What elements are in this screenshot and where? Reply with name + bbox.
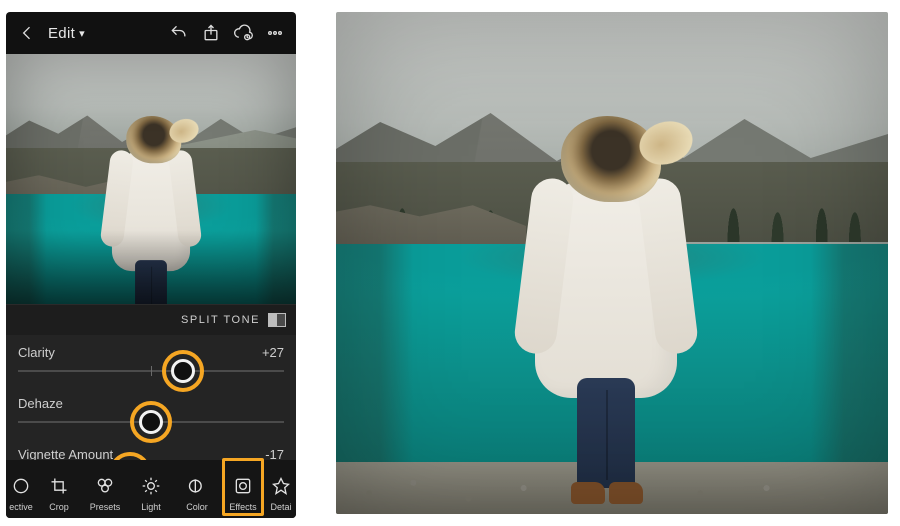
split-tone-button[interactable]: SPLIT TONE	[6, 304, 296, 335]
share-icon[interactable]	[200, 22, 222, 44]
back-icon[interactable]	[16, 22, 38, 44]
tool-color[interactable]: Color	[174, 454, 220, 518]
slider-track[interactable]	[18, 370, 284, 372]
mode-label: Edit	[48, 25, 75, 42]
mode-menu[interactable]: Edit▾	[48, 25, 85, 42]
split-tone-icon	[268, 313, 286, 327]
tool-label: Color	[186, 502, 208, 512]
color-icon	[187, 476, 207, 498]
split-tone-label: SPLIT TONE	[181, 314, 260, 326]
presets-icon	[95, 476, 115, 498]
slider-value: +27	[262, 345, 284, 360]
slider-knob[interactable]	[139, 410, 163, 434]
tool-light[interactable]: Light	[128, 454, 174, 518]
selective-icon	[11, 476, 31, 498]
slider-label: Clarity	[18, 345, 284, 360]
slider-label: Dehaze	[18, 396, 284, 411]
tool-presets[interactable]: Presets	[82, 454, 128, 518]
crop-icon	[49, 476, 69, 498]
tool-label: Effects	[229, 502, 256, 512]
tool-crop[interactable]: Crop	[36, 454, 82, 518]
undo-icon[interactable]	[168, 22, 190, 44]
detail-icon	[271, 476, 291, 498]
tool-label: Presets	[90, 502, 121, 512]
lightroom-mobile: Edit▾	[6, 12, 296, 518]
slider-track[interactable]	[18, 421, 284, 423]
app-topbar: Edit▾	[6, 12, 296, 54]
tool-detail[interactable]: Detai	[266, 454, 296, 518]
edit-preview[interactable]	[6, 54, 296, 304]
slider-clarity[interactable]: Clarity+27	[6, 335, 296, 386]
edit-toolbar: ective Crop Presets Light Color Effects Detai	[6, 460, 296, 518]
tool-effects[interactable]: Effects	[220, 454, 266, 518]
tool-label: Crop	[49, 502, 69, 512]
light-icon	[141, 476, 161, 498]
tool-selective[interactable]: ective	[6, 454, 36, 518]
tool-label: ective	[9, 502, 33, 512]
effects-icon	[233, 476, 253, 498]
tool-label: Light	[141, 502, 161, 512]
result-photo	[336, 12, 888, 514]
slider-dehaze[interactable]: Dehaze	[6, 386, 296, 437]
slider-knob[interactable]	[171, 359, 195, 383]
cloud-sync-icon[interactable]	[232, 22, 254, 44]
more-icon[interactable]	[264, 22, 286, 44]
tool-label: Detai	[270, 502, 291, 512]
